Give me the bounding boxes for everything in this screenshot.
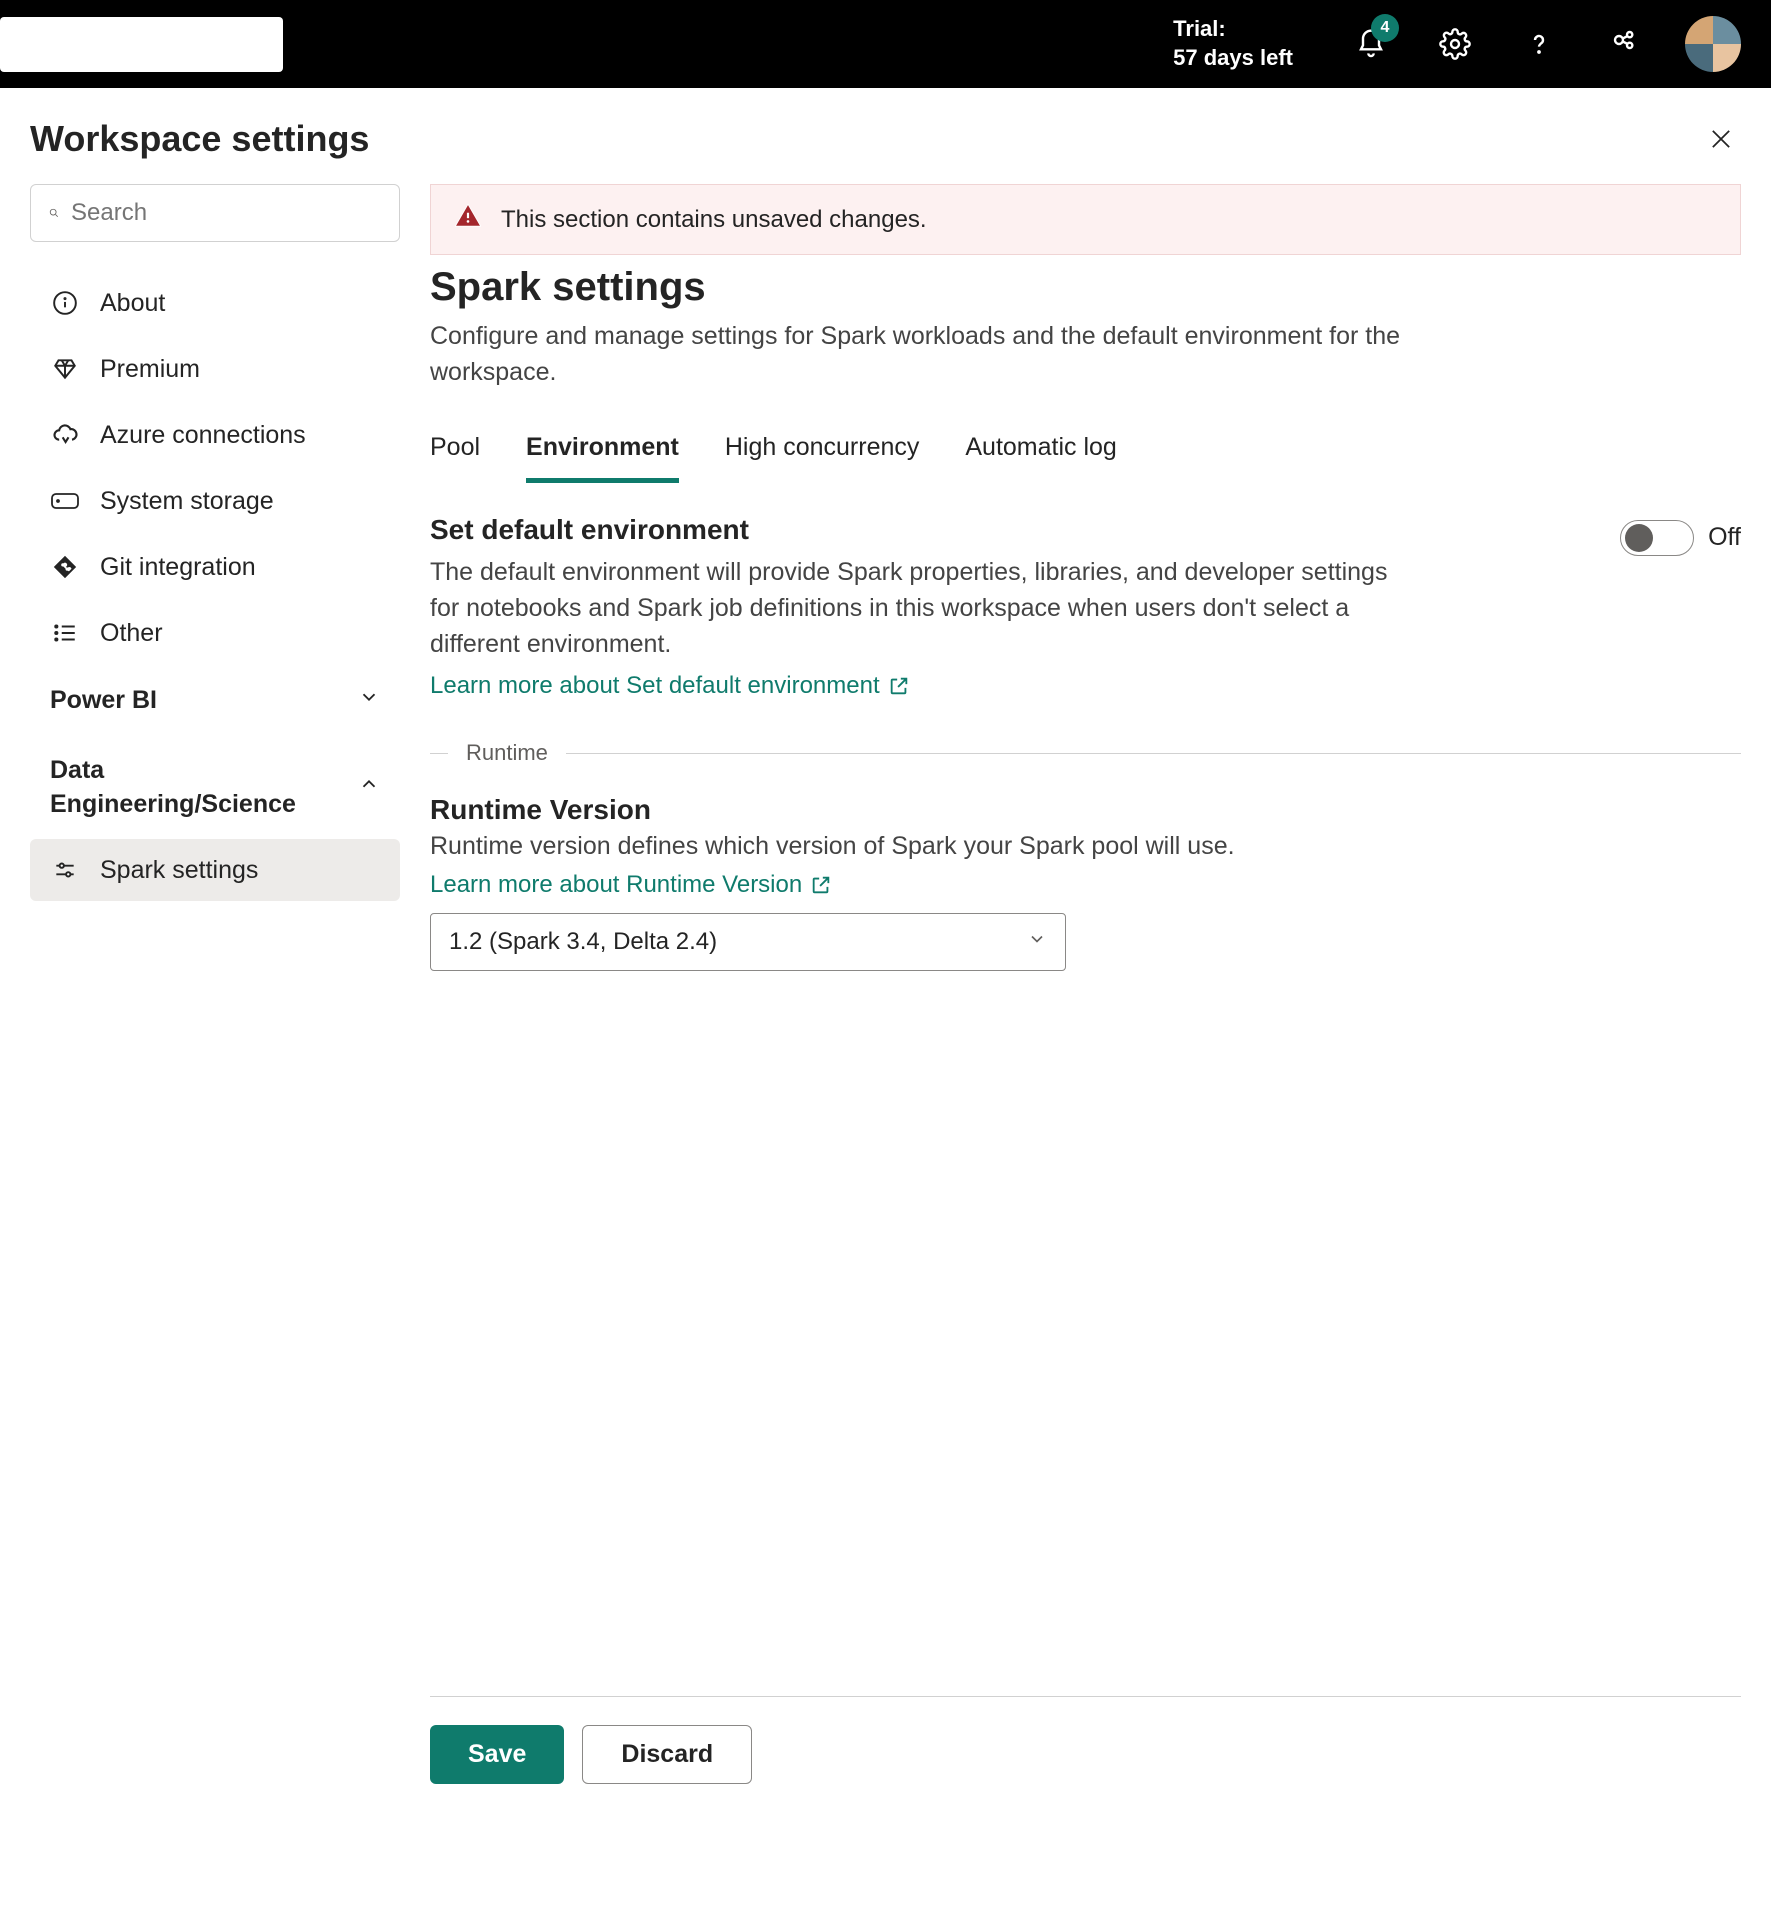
link-text: Learn more about Set default environment: [430, 672, 880, 700]
select-value: 1.2 (Spark 3.4, Delta 2.4): [449, 928, 717, 956]
trial-status[interactable]: Trial: 57 days left: [1173, 15, 1293, 72]
sidebar-item-label: Azure connections: [100, 421, 306, 450]
avatar[interactable]: [1685, 16, 1741, 72]
runtime-divider: Runtime: [430, 740, 1741, 766]
search-icon: [49, 201, 59, 225]
git-icon: [50, 552, 80, 582]
discard-button[interactable]: Discard: [582, 1725, 752, 1784]
sidebar-item-storage[interactable]: System storage: [30, 468, 400, 534]
external-link-icon: [810, 874, 832, 896]
sidebar: About Premium Azure connections System s…: [30, 184, 400, 1784]
sidebar-item-label: Spark settings: [100, 856, 258, 885]
unsaved-alert: This section contains unsaved changes.: [430, 184, 1741, 255]
runtime-version-select[interactable]: 1.2 (Spark 3.4, Delta 2.4): [430, 913, 1066, 971]
footer-divider: [430, 1696, 1741, 1697]
sidebar-item-spark-settings[interactable]: Spark settings: [30, 839, 400, 901]
info-icon: [50, 288, 80, 318]
topbar-search-box[interactable]: [0, 17, 283, 72]
footer-buttons: Save Discard: [430, 1725, 1741, 1784]
panel-title: Workspace settings: [30, 118, 369, 160]
tab-high-concurrency[interactable]: High concurrency: [725, 427, 920, 483]
runtime-desc: Runtime version defines which version of…: [430, 832, 1741, 861]
settings-icon[interactable]: [1433, 22, 1477, 66]
sidebar-item-git[interactable]: Git integration: [30, 534, 400, 600]
tab-environment[interactable]: Environment: [526, 427, 679, 483]
list-icon: [50, 618, 80, 648]
section-desc: Configure and manage settings for Spark …: [430, 318, 1450, 391]
sliders-icon: [50, 855, 80, 885]
alert-text: This section contains unsaved changes.: [501, 206, 927, 234]
chevron-up-icon: [358, 773, 380, 802]
sidebar-item-azure[interactable]: Azure connections: [30, 402, 400, 468]
sidebar-item-label: Premium: [100, 355, 200, 384]
divider-label: Runtime: [466, 740, 548, 766]
content: This section contains unsaved changes. S…: [430, 184, 1741, 1784]
default-env-toggle-wrap: Off: [1620, 520, 1741, 556]
sidebar-group-label: Power BI: [50, 684, 157, 718]
topbar: Trial: 57 days left 4: [0, 0, 1771, 88]
sidebar-item-label: About: [100, 289, 165, 318]
runtime-title: Runtime Version: [430, 794, 1741, 826]
runtime-link[interactable]: Learn more about Runtime Version: [430, 871, 1741, 899]
sidebar-item-label: Git integration: [100, 553, 256, 582]
help-icon[interactable]: [1517, 22, 1561, 66]
section-title: Spark settings: [430, 265, 1741, 310]
sidebar-search[interactable]: [30, 184, 400, 242]
sidebar-item-other[interactable]: Other: [30, 600, 400, 666]
toggle-state-label: Off: [1708, 523, 1741, 552]
sidebar-item-label: Other: [100, 619, 163, 648]
sidebar-search-input[interactable]: [71, 199, 381, 227]
default-env-desc: The default environment will provide Spa…: [430, 554, 1390, 663]
tab-pool[interactable]: Pool: [430, 427, 480, 483]
trial-days: 57 days left: [1173, 44, 1293, 73]
notification-badge: 4: [1371, 14, 1399, 42]
notifications-icon[interactable]: 4: [1349, 22, 1393, 66]
sidebar-item-label: System storage: [100, 487, 274, 516]
default-env-toggle[interactable]: [1620, 520, 1694, 556]
chevron-down-icon: [358, 686, 380, 715]
sidebar-group-de[interactable]: Data Engineering/Science: [30, 736, 400, 840]
tabs: Pool Environment High concurrency Automa…: [430, 427, 1741, 484]
default-env-link[interactable]: Learn more about Set default environment: [430, 672, 910, 700]
cloud-icon: [50, 420, 80, 450]
sidebar-group-powerbi[interactable]: Power BI: [30, 666, 400, 736]
link-text: Learn more about Runtime Version: [430, 871, 802, 899]
feedback-icon[interactable]: [1601, 22, 1645, 66]
save-button[interactable]: Save: [430, 1725, 564, 1784]
diamond-icon: [50, 354, 80, 384]
chevron-down-icon: [1027, 928, 1047, 956]
warning-icon: [455, 203, 481, 236]
storage-icon: [50, 486, 80, 516]
close-button[interactable]: [1701, 119, 1741, 159]
sidebar-group-label: Data Engineering/Science: [50, 754, 330, 822]
external-link-icon: [888, 675, 910, 697]
sidebar-item-premium[interactable]: Premium: [30, 336, 400, 402]
sidebar-item-about[interactable]: About: [30, 270, 400, 336]
trial-label: Trial:: [1173, 15, 1293, 44]
default-env-title: Set default environment: [430, 514, 1390, 546]
tab-automatic-log[interactable]: Automatic log: [965, 427, 1116, 483]
settings-panel: Workspace settings About Premium Azure c…: [0, 88, 1771, 1814]
